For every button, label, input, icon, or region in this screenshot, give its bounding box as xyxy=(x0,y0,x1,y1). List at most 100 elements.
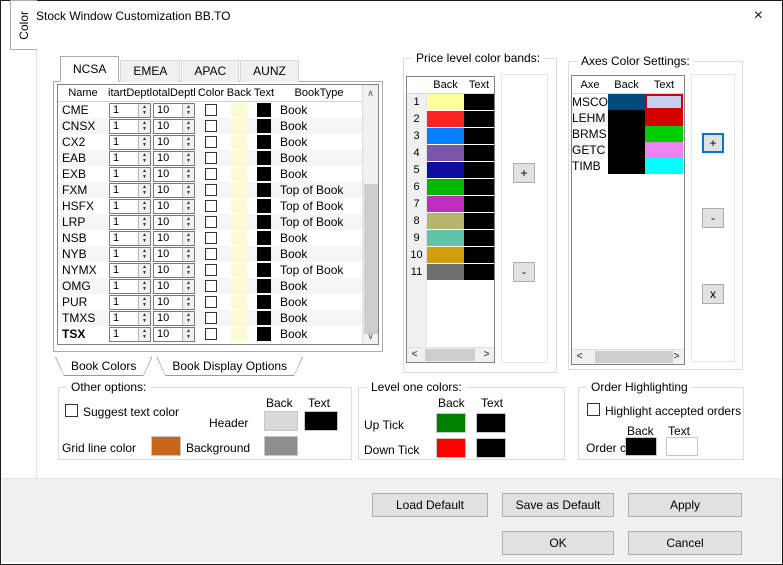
start-depth-value[interactable]: 1 xyxy=(110,200,138,213)
spinner-down-icon[interactable]: ▼ xyxy=(183,110,194,117)
total-depth-spinner[interactable]: 10 ▲ ▼ xyxy=(153,310,195,326)
spinner-down-icon[interactable]: ▼ xyxy=(183,190,194,197)
start-depth-value[interactable]: 1 xyxy=(110,232,138,245)
band-back-swatch[interactable] xyxy=(427,94,464,111)
spinner-down-icon[interactable]: ▼ xyxy=(139,174,150,181)
band-text-swatch[interactable] xyxy=(464,264,494,281)
band-back-swatch[interactable] xyxy=(427,179,464,196)
text-color-swatch[interactable] xyxy=(257,167,271,181)
start-depth-spinner[interactable]: 1 ▲ ▼ xyxy=(109,230,151,246)
down-tick-text-swatch[interactable] xyxy=(476,438,506,458)
spinner-down-icon[interactable]: ▼ xyxy=(183,174,194,181)
start-depth-value[interactable]: 1 xyxy=(110,296,138,309)
back-color-swatch[interactable] xyxy=(231,119,247,133)
text-color-swatch[interactable] xyxy=(257,199,271,213)
total-depth-value[interactable]: 10 xyxy=(154,104,182,117)
total-depth-value[interactable]: 10 xyxy=(154,296,182,309)
remove-axe-button[interactable]: - xyxy=(702,208,724,228)
color-checkbox[interactable] xyxy=(205,216,217,228)
start-depth-spinner[interactable]: 1 ▲ ▼ xyxy=(109,214,151,230)
band-back-swatch[interactable] xyxy=(427,145,464,162)
spinner-down-icon[interactable]: ▼ xyxy=(139,254,150,261)
start-depth-value[interactable]: 1 xyxy=(110,184,138,197)
spinner-down-icon[interactable]: ▼ xyxy=(183,270,194,277)
color-checkbox[interactable] xyxy=(205,152,217,164)
total-depth-value[interactable]: 10 xyxy=(154,136,182,149)
total-depth-value[interactable]: 10 xyxy=(154,328,182,341)
color-checkbox[interactable] xyxy=(205,104,217,116)
text-color-swatch[interactable] xyxy=(257,183,271,197)
book-type[interactable]: Top of Book xyxy=(276,215,362,229)
start-depth-value[interactable]: 1 xyxy=(110,152,138,165)
color-checkbox[interactable] xyxy=(205,184,217,196)
spinner-down-icon[interactable]: ▼ xyxy=(183,254,194,261)
band-back-swatch[interactable] xyxy=(427,247,464,264)
side-tab[interactable]: Color xyxy=(10,0,37,50)
save-as-default-button[interactable]: Save as Default xyxy=(502,493,614,517)
book-table-scrollbar[interactable]: ∧ ∨ xyxy=(362,85,378,344)
band-back-swatch[interactable] xyxy=(427,111,464,128)
spinner-down-icon[interactable]: ▼ xyxy=(139,334,150,341)
band-text-swatch[interactable] xyxy=(464,230,494,247)
back-color-swatch[interactable] xyxy=(231,151,247,165)
axe-back-swatch[interactable] xyxy=(608,142,645,158)
delete-axe-button[interactable]: x xyxy=(702,284,724,304)
back-color-swatch[interactable] xyxy=(231,263,247,277)
column-header-back[interactable]: Back xyxy=(226,87,252,99)
start-depth-spinner[interactable]: 1 ▲ ▼ xyxy=(109,198,151,214)
spinner-down-icon[interactable]: ▼ xyxy=(139,302,150,309)
back-color-swatch[interactable] xyxy=(231,167,247,181)
order-text-swatch[interactable] xyxy=(666,437,698,456)
band-text-swatch[interactable] xyxy=(464,145,494,162)
total-depth-spinner[interactable]: 10 ▲ ▼ xyxy=(153,198,195,214)
total-depth-spinner[interactable]: 10 ▲ ▼ xyxy=(153,294,195,310)
back-color-swatch[interactable] xyxy=(231,327,247,341)
scroll-left-icon[interactable]: < xyxy=(572,350,587,364)
color-checkbox[interactable] xyxy=(205,168,217,180)
load-default-button[interactable]: Load Default xyxy=(372,493,488,517)
color-checkbox[interactable] xyxy=(205,232,217,244)
total-depth-spinner[interactable]: 10 ▲ ▼ xyxy=(153,278,195,294)
axe-back-swatch[interactable] xyxy=(608,110,645,126)
background-swatch[interactable] xyxy=(264,436,298,456)
band-back-swatch[interactable] xyxy=(427,230,464,247)
total-depth-spinner[interactable]: 10 ▲ ▼ xyxy=(153,214,195,230)
total-depth-value[interactable]: 10 xyxy=(154,312,182,325)
add-axe-button[interactable]: + xyxy=(702,133,724,153)
start-depth-value[interactable]: 1 xyxy=(110,312,138,325)
text-color-swatch[interactable] xyxy=(257,231,271,245)
scroll-left-icon[interactable]: < xyxy=(407,348,422,362)
back-color-swatch[interactable] xyxy=(231,199,247,213)
band-back-swatch[interactable] xyxy=(427,128,464,145)
start-depth-spinner[interactable]: 1 ▲ ▼ xyxy=(109,294,151,310)
color-checkbox[interactable] xyxy=(205,312,217,324)
back-color-swatch[interactable] xyxy=(231,247,247,261)
start-depth-spinner[interactable]: 1 ▲ ▼ xyxy=(109,326,151,342)
column-header-startdepth[interactable]: itartDeptl xyxy=(108,87,152,99)
start-depth-spinner[interactable]: 1 ▲ ▼ xyxy=(109,118,151,134)
color-checkbox[interactable] xyxy=(205,200,217,212)
band-text-swatch[interactable] xyxy=(464,128,494,145)
axe-name[interactable]: GETC xyxy=(572,142,608,158)
axes-hscrollbar[interactable]: < > xyxy=(572,349,684,364)
book-type[interactable]: Book xyxy=(276,279,362,293)
total-depth-spinner[interactable]: 10 ▲ ▼ xyxy=(153,326,195,342)
color-checkbox[interactable] xyxy=(205,296,217,308)
band-back-swatch[interactable] xyxy=(427,213,464,230)
spinner-down-icon[interactable]: ▼ xyxy=(139,270,150,277)
remove-band-button[interactable]: - xyxy=(513,262,535,282)
down-tick-back-swatch[interactable] xyxy=(436,438,466,458)
band-back-swatch[interactable] xyxy=(427,264,464,281)
band-text-swatch[interactable] xyxy=(464,179,494,196)
start-depth-spinner[interactable]: 1 ▲ ▼ xyxy=(109,134,151,150)
spinner-down-icon[interactable]: ▼ xyxy=(139,190,150,197)
book-tab[interactable]: Book Display Options xyxy=(156,357,303,376)
book-type[interactable]: Book xyxy=(276,167,362,181)
total-depth-value[interactable]: 10 xyxy=(154,216,182,229)
spinner-down-icon[interactable]: ▼ xyxy=(183,334,194,341)
band-text-swatch[interactable] xyxy=(464,94,494,111)
text-color-swatch[interactable] xyxy=(257,135,271,149)
total-depth-spinner[interactable]: 10 ▲ ▼ xyxy=(153,246,195,262)
spinner-down-icon[interactable]: ▼ xyxy=(139,110,150,117)
total-depth-spinner[interactable]: 10 ▲ ▼ xyxy=(153,166,195,182)
